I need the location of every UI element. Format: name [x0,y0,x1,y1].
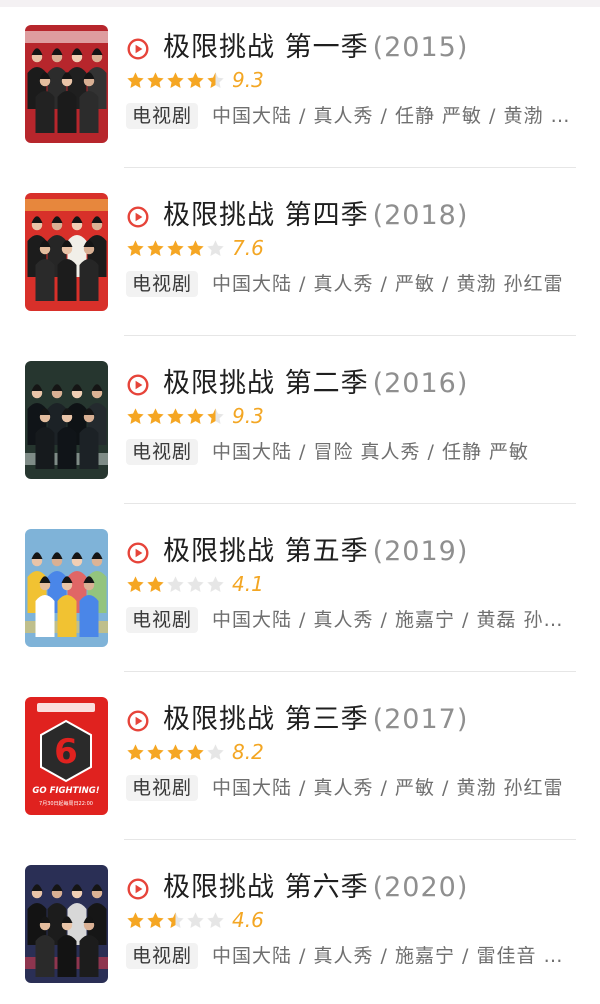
star-icon [167,911,184,928]
type-tag: 电视剧 [126,103,199,129]
poster-art [25,865,108,983]
star-icon [127,239,144,256]
item-meta: 中国大陆 / 真人秀 / 严敏 / 黄渤 孙红雷 [212,777,564,799]
star-icon [127,407,144,424]
play-icon[interactable] [127,206,149,228]
rating-score: 9.3 [232,68,264,92]
rating-score: 7.6 [232,236,264,260]
type-tag: 电视剧 [126,271,199,297]
year-text: (2020) [372,872,469,903]
play-icon[interactable] [127,710,149,732]
item-title[interactable]: 极限挑战 第四季 (2018) [163,198,468,234]
star-icon [127,911,144,928]
list-item[interactable]: 极限挑战 第一季 (2015) 9.3 电视剧 中国大陆 / 真人秀 / 任静 严… [0,0,600,168]
svg-text:6: 6 [54,732,78,772]
item-meta: 中国大陆 / 冒险 真人秀 / 任静 严敏 [212,441,530,463]
title-text: 极限挑战 第一季 [163,32,369,63]
star-icon [187,407,204,424]
poster-image[interactable] [25,865,108,983]
star-rating [126,70,226,90]
rating-score: 9.3 [232,404,264,428]
rating-score: 4.1 [232,572,264,596]
item-meta: 中国大陆 / 真人秀 / 严敏 / 黄渤 孙红雷 [212,273,564,295]
star-icon [147,407,164,424]
play-icon[interactable] [127,38,149,60]
star-icon [207,71,224,88]
item-title[interactable]: 极限挑战 第一季 (2015) [163,30,468,66]
star-icon [187,911,204,928]
poster-image[interactable] [25,25,108,143]
star-rating [126,574,226,594]
title-text: 极限挑战 第六季 [163,872,369,903]
star-icon [147,911,164,928]
star-icon [187,239,204,256]
poster-art [25,193,108,311]
star-icon [147,743,164,760]
poster-image[interactable] [25,529,108,647]
poster-art [25,529,108,647]
item-meta: 中国大陆 / 真人秀 / 任静 严敏 / 黄渤 孙红雷 [212,105,574,127]
star-icon [167,575,184,592]
title-text: 极限挑战 第五季 [163,536,369,567]
star-icon [207,911,224,928]
star-icon [167,407,184,424]
star-rating [126,742,226,762]
list-item[interactable]: 极限挑战 第五季 (2019) 4.1 电视剧 中国大陆 / 真人秀 / 施嘉宁 … [0,504,600,672]
year-text: (2019) [372,536,469,567]
star-icon [207,575,224,592]
list-item[interactable]: 6 GO FIGHTING! 7月30日起每周日22:00 极限挑战 第三季 (201… [0,672,600,840]
year-text: (2018) [372,200,469,231]
star-icon [187,71,204,88]
item-meta: 中国大陆 / 真人秀 / 施嘉宁 / 黄磊 孙红雷 [212,609,574,631]
star-icon [147,71,164,88]
star-icon [187,575,204,592]
star-icon [127,743,144,760]
play-icon[interactable] [127,374,149,396]
item-title[interactable]: 极限挑战 第三季 (2017) [163,702,468,738]
item-title[interactable]: 极限挑战 第二季 (2016) [163,366,468,402]
star-rating [126,406,226,426]
star-icon [187,743,204,760]
type-tag: 电视剧 [126,943,199,969]
poster-image[interactable]: 6 GO FIGHTING! 7月30日起每周日22:00 [25,697,108,815]
rating-score: 8.2 [232,740,264,764]
play-icon[interactable] [127,542,149,564]
rating-score: 4.6 [232,908,264,932]
item-title[interactable]: 极限挑战 第六季 (2020) [163,870,468,906]
poster-art [25,361,108,479]
item-title[interactable]: 极限挑战 第五季 (2019) [163,534,468,570]
poster-image[interactable] [25,361,108,479]
poster-logo-text: GO FIGHTING! [32,786,99,796]
star-icon [167,743,184,760]
star-icon [207,743,224,760]
item-meta: 中国大陆 / 真人秀 / 施嘉宁 / 雷佳音 黄渤 [212,945,574,967]
title-text: 极限挑战 第三季 [163,704,369,735]
title-text: 极限挑战 第二季 [163,368,369,399]
type-tag: 电视剧 [126,775,199,801]
year-text: (2017) [372,704,469,735]
play-icon[interactable] [127,878,149,900]
poster-caption: 7月30日起每周日22:00 [39,800,93,807]
star-icon [207,239,224,256]
star-icon [127,575,144,592]
title-text: 极限挑战 第四季 [163,200,369,231]
star-icon [147,239,164,256]
poster-art [25,25,108,143]
star-icon [207,407,224,424]
star-icon [147,575,164,592]
list-item[interactable]: 极限挑战 第四季 (2018) 7.6 电视剧 中国大陆 / 真人秀 / 严敏 /… [0,168,600,336]
list-item[interactable]: 极限挑战 第二季 (2016) 9.3 电视剧 中国大陆 / 冒险 真人秀 / 任… [0,336,600,504]
star-rating [126,238,226,258]
poster-image[interactable] [25,193,108,311]
type-tag: 电视剧 [126,439,199,465]
star-rating [126,910,226,930]
star-icon [167,71,184,88]
star-icon [127,71,144,88]
list-item[interactable]: 极限挑战 第六季 (2020) 4.6 电视剧 中国大陆 / 真人秀 / 施嘉宁 … [0,840,600,1004]
year-text: (2015) [372,32,469,63]
year-text: (2016) [372,368,469,399]
type-tag: 电视剧 [126,607,199,633]
poster-art: 6 GO FIGHTING! 7月30日起每周日22:00 [25,697,108,815]
star-icon [167,239,184,256]
